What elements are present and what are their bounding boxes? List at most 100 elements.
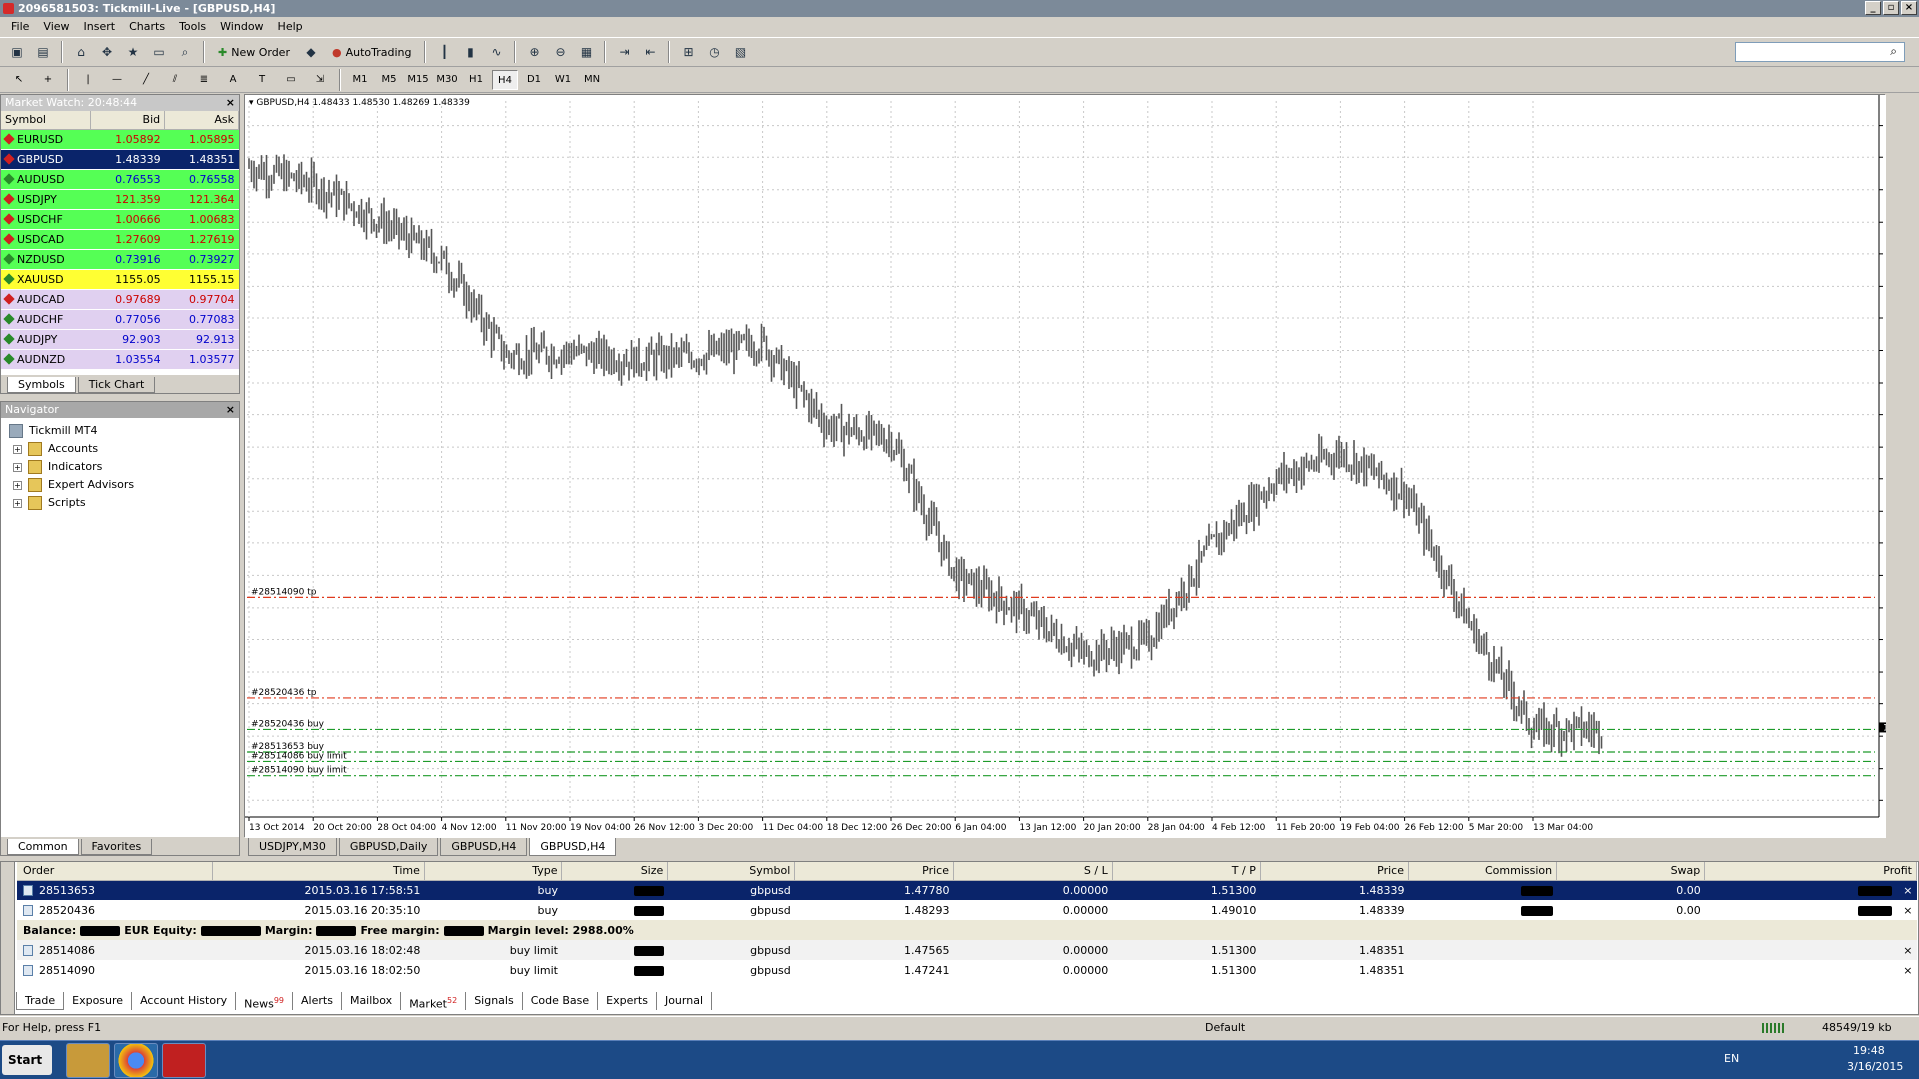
metatrader-icon[interactable] bbox=[162, 1043, 206, 1078]
templates-icon[interactable]: ▧ bbox=[729, 41, 751, 63]
close-button[interactable]: × bbox=[1901, 1, 1917, 15]
terminal-tab-news[interactable]: News99 bbox=[236, 992, 294, 1011]
trade-row[interactable]: 28514090 2015.03.16 18:02:50 buy limit gbpu… bbox=[17, 960, 1917, 980]
trade-row[interactable]: 28520436 2015.03.16 20:35:10 buy gbpusd 1.48… bbox=[17, 900, 1917, 920]
cursor-icon[interactable]: ↖ bbox=[6, 70, 32, 90]
terminal-tab-account-history[interactable]: Account History bbox=[132, 992, 237, 1010]
minimize-button[interactable]: _ bbox=[1865, 1, 1881, 15]
candlesticks-icon[interactable]: ▮ bbox=[459, 41, 481, 63]
text-label-icon[interactable]: T bbox=[249, 70, 275, 90]
close-order-icon[interactable]: × bbox=[1903, 944, 1912, 957]
chart-tab[interactable]: GBPUSD,H4 bbox=[440, 838, 528, 856]
timeframe-mn[interactable]: MN bbox=[579, 70, 605, 90]
chart-tab[interactable]: GBPUSD,H4 bbox=[529, 838, 617, 856]
column-header[interactable]: Swap bbox=[1556, 862, 1706, 881]
search-icon[interactable]: ⌕ bbox=[1890, 44, 1897, 59]
terminal-tab-experts[interactable]: Experts bbox=[598, 992, 657, 1010]
column-header[interactable]: T / P bbox=[1112, 862, 1261, 881]
bar-chart-icon[interactable]: ┃ bbox=[433, 41, 455, 63]
timeframe-m30[interactable]: M30 bbox=[434, 70, 460, 90]
arrow-icon[interactable]: ▭ bbox=[278, 70, 304, 90]
menu-item-view[interactable]: View bbox=[36, 17, 76, 37]
strategy-tester-icon[interactable]: ⌕ bbox=[174, 41, 196, 63]
navigator-icon[interactable]: ★ bbox=[122, 41, 144, 63]
close-order-icon[interactable]: × bbox=[1900, 904, 1912, 917]
column-header[interactable]: Time bbox=[212, 862, 425, 881]
market-watch-row[interactable]: XAUUSD 1155.05 1155.15 bbox=[1, 269, 239, 290]
restore-button[interactable]: ▫ bbox=[1883, 1, 1899, 15]
menu-item-file[interactable]: File bbox=[4, 17, 36, 37]
market-watch-row[interactable]: AUDCHF 0.77056 0.77083 bbox=[1, 309, 239, 330]
terminal-tab-alerts[interactable]: Alerts bbox=[293, 992, 342, 1010]
expand-icon[interactable]: + bbox=[13, 462, 22, 472]
close-order-icon[interactable]: × bbox=[1903, 964, 1912, 977]
market-watch-icon[interactable]: ⌂ bbox=[70, 41, 92, 63]
autotrading-button[interactable]: ● AutoTrading bbox=[326, 41, 418, 63]
start-button[interactable]: Start bbox=[2, 1045, 52, 1075]
column-header-symbol[interactable]: Symbol bbox=[1, 111, 92, 130]
text-icon[interactable]: A bbox=[220, 70, 246, 90]
zoom-out-icon[interactable]: ⊖ bbox=[549, 41, 571, 63]
column-header[interactable]: Price bbox=[1260, 862, 1409, 881]
navigator-item-accounts[interactable]: + Accounts bbox=[9, 440, 231, 458]
line-chart-icon[interactable]: ∿ bbox=[485, 41, 507, 63]
close-icon[interactable]: × bbox=[226, 95, 235, 111]
market-watch-row[interactable]: AUDCAD 0.97689 0.97704 bbox=[1, 289, 239, 310]
tab-symbols[interactable]: Symbols bbox=[7, 377, 76, 393]
close-icon[interactable]: × bbox=[226, 402, 235, 418]
channel-icon[interactable]: ⫽ bbox=[162, 70, 188, 90]
tab-favorites[interactable]: Favorites bbox=[80, 839, 153, 855]
vertical-scrollbar[interactable] bbox=[1900, 94, 1916, 837]
tab-common[interactable]: Common bbox=[7, 839, 79, 855]
crosshair-icon[interactable]: + bbox=[35, 70, 61, 90]
terminal-tab-mailbox[interactable]: Mailbox bbox=[342, 992, 402, 1010]
vertical-line-icon[interactable]: | bbox=[75, 70, 101, 90]
new-order-button[interactable]: ✚ New Order bbox=[212, 41, 296, 63]
more-objects-icon[interactable]: ⇲ bbox=[307, 70, 333, 90]
terminal-tab-trade[interactable]: Trade bbox=[16, 992, 65, 1010]
market-watch-row[interactable]: GBPUSD 1.48339 1.48351 bbox=[1, 149, 239, 170]
language-indicator[interactable]: EN bbox=[1724, 1052, 1739, 1065]
timeframe-h1[interactable]: H1 bbox=[463, 70, 489, 90]
chart-window[interactable]: 1.62040 1.61320 1.60580 1.59840 1.59120 1.583… bbox=[244, 94, 1886, 838]
timeframe-h4[interactable]: H4 bbox=[492, 69, 518, 90]
timeframe-m1[interactable]: M1 bbox=[347, 70, 373, 90]
market-watch-row[interactable]: USDCHF 1.00666 1.00683 bbox=[1, 209, 239, 230]
market-watch-row[interactable]: AUDNZD 1.03554 1.03577 bbox=[1, 349, 239, 370]
menu-item-charts[interactable]: Charts bbox=[122, 17, 172, 37]
zoom-in-icon[interactable]: ⊕ bbox=[523, 41, 545, 63]
new-chart-icon[interactable]: ▣ bbox=[6, 41, 28, 63]
terminal-tab-exposure[interactable]: Exposure bbox=[64, 992, 133, 1010]
market-watch-row[interactable]: NZDUSD 0.73916 0.73927 bbox=[1, 249, 239, 270]
close-order-icon[interactable]: × bbox=[1900, 884, 1912, 897]
terminal-tab-journal[interactable]: Journal bbox=[657, 992, 712, 1010]
column-header[interactable]: Type bbox=[424, 862, 563, 881]
profiles-icon[interactable]: ▤ bbox=[32, 41, 54, 63]
horizontal-line-icon[interactable]: — bbox=[104, 70, 130, 90]
column-header[interactable]: Size bbox=[561, 862, 669, 881]
terminal-icon[interactable]: ▭ bbox=[148, 41, 170, 63]
timeframe-m5[interactable]: M5 bbox=[376, 70, 402, 90]
column-header-ask[interactable]: Ask bbox=[164, 111, 239, 130]
market-watch-row[interactable]: USDCAD 1.27609 1.27619 bbox=[1, 229, 239, 250]
trade-row[interactable]: 28514086 2015.03.16 18:02:48 buy limit gbpu… bbox=[17, 940, 1917, 960]
metaeditor-icon[interactable]: ◆ bbox=[300, 41, 322, 63]
column-header[interactable]: S / L bbox=[953, 862, 1113, 881]
column-header-bid[interactable]: Bid bbox=[90, 111, 166, 130]
autoscroll-icon[interactable]: ⇤ bbox=[639, 41, 661, 63]
tab-tick-chart[interactable]: Tick Chart bbox=[77, 377, 156, 393]
market-watch-row[interactable]: USDJPY 121.359 121.364 bbox=[1, 189, 239, 210]
market-watch-row[interactable]: AUDUSD 0.76553 0.76558 bbox=[1, 169, 239, 190]
indicators-icon[interactable]: ⊞ bbox=[677, 41, 699, 63]
explorer-icon[interactable] bbox=[66, 1043, 110, 1078]
timeframe-w1[interactable]: W1 bbox=[550, 70, 576, 90]
column-header[interactable]: Profit bbox=[1704, 862, 1917, 881]
menu-item-help[interactable]: Help bbox=[271, 17, 310, 37]
expand-icon[interactable]: + bbox=[13, 498, 22, 508]
chart-shift-icon[interactable]: ⇥ bbox=[613, 41, 635, 63]
trendline-icon[interactable]: ╱ bbox=[133, 70, 159, 90]
timeframe-m15[interactable]: M15 bbox=[405, 70, 431, 90]
search-input[interactable] bbox=[1735, 42, 1905, 62]
expand-icon[interactable]: + bbox=[13, 444, 22, 454]
chart-tab[interactable]: GBPUSD,Daily bbox=[338, 838, 439, 856]
